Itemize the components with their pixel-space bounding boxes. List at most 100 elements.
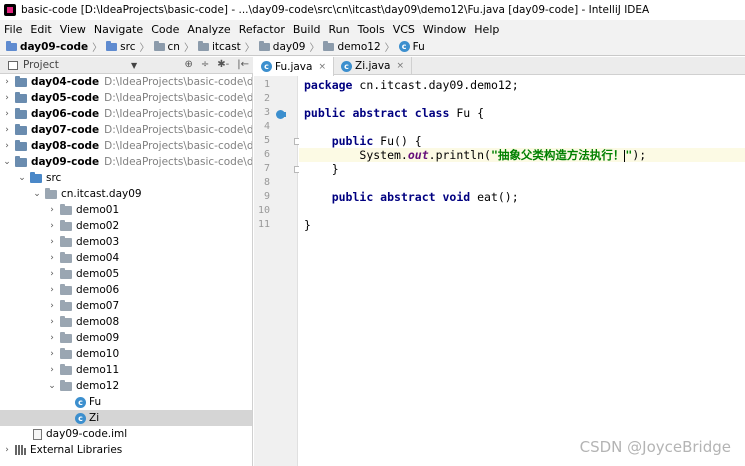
close-icon[interactable]: × (318, 62, 326, 72)
menu-code[interactable]: Code (151, 23, 179, 36)
module-folder-icon (6, 40, 17, 51)
menu-help[interactable]: Help (474, 23, 499, 36)
package-icon (60, 347, 72, 359)
chevron-right-icon[interactable]: › (47, 301, 57, 311)
tree-class-zi[interactable]: c Zi (0, 410, 252, 426)
line-number: 6 (263, 149, 270, 160)
close-icon[interactable]: × (396, 61, 404, 71)
chevron-right-icon[interactable]: › (2, 445, 12, 455)
breadcrumb-demo12[interactable]: demo12 (323, 40, 381, 53)
tree-folder-demo11[interactable]: › demo11 (0, 362, 252, 378)
line-number: 10 (257, 205, 270, 216)
chevron-down-icon[interactable]: ⌄ (32, 189, 42, 199)
menu-navigate[interactable]: Navigate (94, 23, 143, 36)
chevron-down-icon[interactable]: ⌄ (47, 381, 57, 391)
menu-refactor[interactable]: Refactor (239, 23, 285, 36)
menu-window[interactable]: Window (423, 23, 466, 36)
menu-view[interactable]: View (60, 23, 86, 36)
code-line-11: } (304, 218, 311, 232)
tree-iml-file[interactable]: day09-code.iml (0, 426, 252, 442)
breadcrumb-itcast[interactable]: itcast (197, 40, 241, 53)
tree-folder-demo01[interactable]: › demo01 (0, 202, 252, 218)
tree-src[interactable]: ⌄ src (0, 170, 252, 186)
line-number: 2 (263, 93, 270, 104)
chevron-down-icon[interactable]: ⌄ (17, 173, 27, 183)
tree-folder-demo09[interactable]: › demo09 (0, 330, 252, 346)
line-number: 4 (263, 121, 270, 132)
menu-run[interactable]: Run (329, 23, 350, 36)
package-icon (60, 203, 72, 215)
class-icon: c (75, 396, 86, 408)
line-number: 7 (263, 163, 270, 174)
project-view-selector[interactable]: Project (23, 59, 59, 71)
breadcrumb-file[interactable]: c Fu (398, 41, 425, 53)
menu-tools[interactable]: Tools (358, 23, 385, 36)
hide-panel-icon[interactable]: |← (237, 59, 249, 70)
chevron-right-icon[interactable]: › (47, 269, 57, 279)
breadcrumb-cn[interactable]: cn (153, 40, 180, 53)
project-view-icon (8, 60, 18, 70)
chevron-down-icon[interactable]: ⌄ (2, 157, 12, 167)
chevron-right-icon[interactable]: › (2, 141, 12, 151)
tree-folder-demo12[interactable]: ⌄ demo12 (0, 378, 252, 394)
tab-fu-java[interactable]: c Fu.java × (254, 57, 335, 76)
tree-folder-demo07[interactable]: › demo07 (0, 298, 252, 314)
chevron-right-icon[interactable]: › (47, 365, 57, 375)
tree-folder-demo03[interactable]: › demo03 (0, 234, 252, 250)
tree-package[interactable]: ⌄ cn.itcast.day09 (0, 186, 252, 202)
collapse-all-icon[interactable]: ÷ (201, 59, 209, 70)
chevron-right-icon[interactable]: › (2, 109, 12, 119)
menu-build[interactable]: Build (293, 23, 321, 36)
editor-tabs: c Fu.java × c Zi.java × (254, 57, 745, 76)
tree-folder-demo06[interactable]: › demo06 (0, 282, 252, 298)
tab-zi-java[interactable]: c Zi.java × (334, 57, 413, 75)
chevron-right-icon[interactable]: › (47, 333, 57, 343)
menu-file[interactable]: File (4, 23, 22, 36)
tree-folder-demo04[interactable]: › demo04 (0, 250, 252, 266)
watermark: CSDN @JoyceBridge (579, 438, 731, 456)
line-number: 3 (263, 107, 270, 118)
tree-module-day07[interactable]: › day07-code D:\IdeaProjects\basic-code\d… (0, 122, 252, 138)
code-editor[interactable]: package cn.itcast.day09.demo12; public a… (299, 76, 745, 466)
package-icon (60, 315, 72, 327)
tree-folder-demo05[interactable]: › demo05 (0, 266, 252, 282)
tree-module-day08[interactable]: › day08-code D:\IdeaProjects\basic-code\d… (0, 138, 252, 154)
breadcrumb-src[interactable]: src (106, 40, 136, 53)
chevron-right-icon: 〉 (183, 43, 194, 54)
menu-analyze[interactable]: Analyze (187, 23, 230, 36)
chevron-right-icon[interactable]: › (2, 125, 12, 135)
tree-module-day05[interactable]: › day05-code D:\IdeaProjects\basic-code\d… (0, 90, 252, 106)
chevron-right-icon[interactable]: › (2, 77, 12, 87)
menu-vcs[interactable]: VCS (393, 23, 415, 36)
tree-folder-demo10[interactable]: › demo10 (0, 346, 252, 362)
chevron-right-icon[interactable]: › (47, 349, 57, 359)
tree-module-day09[interactable]: ⌄ day09-code D:\IdeaProjects\basic-code\d… (0, 154, 252, 170)
module-folder-icon (15, 123, 27, 135)
tree-folder-demo08[interactable]: › demo08 (0, 314, 252, 330)
chevron-right-icon[interactable]: › (47, 285, 57, 295)
menu-edit[interactable]: Edit (30, 23, 51, 36)
breadcrumb-module[interactable]: day09-code (6, 40, 88, 53)
line-number: 9 (263, 191, 270, 202)
chevron-right-icon[interactable]: › (47, 205, 57, 215)
tree-folder-demo02[interactable]: › demo02 (0, 218, 252, 234)
breadcrumb-day09[interactable]: day09 (258, 40, 305, 53)
module-folder-icon (15, 75, 27, 87)
tree-module-day04[interactable]: › day04-code D:\IdeaProjects\basic-code\d… (0, 74, 252, 90)
chevron-right-icon[interactable]: › (47, 237, 57, 247)
chevron-right-icon[interactable]: › (47, 317, 57, 327)
class-icon: c (341, 60, 353, 72)
chevron-right-icon[interactable]: › (47, 221, 57, 231)
tree-class-fu[interactable]: c Fu (0, 394, 252, 410)
implemented-marker-icon[interactable] (276, 110, 286, 119)
tree-module-day06[interactable]: › day06-code D:\IdeaProjects\basic-code\d… (0, 106, 252, 122)
class-icon: c (75, 412, 86, 424)
settings-icon[interactable]: ✱- (217, 59, 229, 70)
package-icon (60, 283, 72, 295)
chevron-right-icon[interactable]: › (2, 93, 12, 103)
scroll-from-source-icon[interactable]: ⊕ (184, 59, 192, 70)
editor-gutter[interactable]: 1 2 3 4 5 6 7 8 9 10 11 (254, 76, 301, 466)
chevron-right-icon[interactable]: › (47, 253, 57, 263)
chevron-down-icon[interactable]: ▼ (131, 61, 137, 70)
tree-external-libraries[interactable]: › External Libraries (0, 442, 252, 458)
